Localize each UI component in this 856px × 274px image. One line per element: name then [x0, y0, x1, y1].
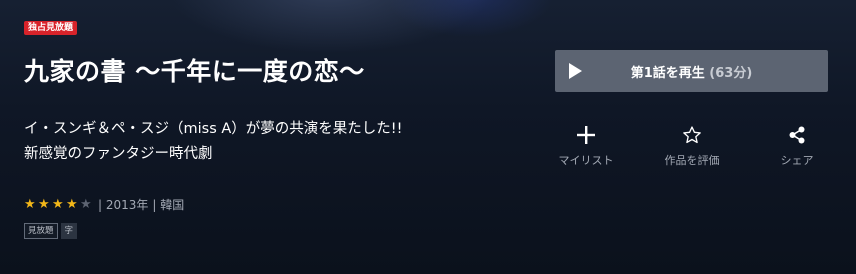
mylist-button[interactable]: マイリスト [541, 122, 631, 168]
description-line: 新感覚のファンタジー時代劇 [24, 146, 213, 162]
star-filled-icon: ★ [52, 196, 64, 212]
play-episode-button[interactable]: 第1話を再生 (63分) [555, 50, 828, 92]
rate-button[interactable]: 作品を評価 [647, 122, 737, 168]
share-label: シェア [780, 154, 814, 167]
exclusive-badge: 独占見放題 [24, 21, 78, 35]
star-empty-icon: ★ [80, 196, 92, 212]
share-button[interactable]: シェア [752, 122, 842, 168]
description: イ・スンギ＆ペ・スジ（miss A）が夢の共演を果たした!! 新感覚のファンタジ… [24, 117, 544, 167]
tag-list: 見放題 字 [24, 223, 78, 239]
play-duration: (63分) [709, 66, 753, 81]
description-line: イ・スンギ＆ペ・スジ（miss A）が夢の共演を果たした!! [24, 121, 403, 137]
play-button-label: 第1話を再生 (63分) [555, 62, 828, 81]
release-year: | 2013年 [98, 198, 149, 212]
page-title: 九家の書 〜千年に一度の恋〜 [24, 57, 365, 86]
play-label: 第1話を再生 [630, 66, 705, 81]
star-filled-icon: ★ [24, 196, 36, 212]
rating-stars: ★ ★ ★ ★ ★ [24, 197, 94, 213]
tag-unlimited: 見放題 [24, 223, 58, 239]
share-icon [789, 126, 805, 144]
rate-label: 作品を評価 [664, 154, 720, 167]
star-outline-icon [683, 126, 701, 144]
tag-subtitle: 字 [60, 223, 78, 239]
mylist-label: マイリスト [558, 154, 614, 167]
meta-row: ★ ★ ★ ★ ★ | 2013年 | 韓国 [24, 196, 184, 213]
star-filled-icon: ★ [66, 196, 78, 212]
star-filled-icon: ★ [38, 196, 50, 212]
country: | 韓国 [152, 198, 185, 212]
plus-icon [577, 126, 595, 144]
